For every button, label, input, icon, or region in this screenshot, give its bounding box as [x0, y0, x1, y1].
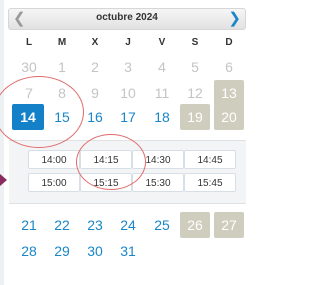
time-slot[interactable]: 15:30 — [132, 173, 184, 192]
day-cell[interactable]: 29 — [47, 238, 77, 264]
day-cell: 11 — [154, 85, 170, 101]
day-cell-weekend: 13 — [214, 80, 244, 106]
day-cell[interactable]: 21 — [14, 212, 44, 238]
time-slot[interactable]: 14:15 — [80, 150, 132, 169]
day-cell: 5 — [191, 59, 199, 75]
time-slot[interactable]: 14:30 — [132, 150, 184, 169]
day-cell: 9 — [91, 85, 99, 101]
datepicker: ❮ octubre 2024 ❯ L M X J V S D 30 1 2 3 … — [0, 0, 251, 285]
day-cell: 30 — [21, 59, 37, 75]
day-cell[interactable]: 25 — [147, 212, 177, 238]
weekday-sun: D — [225, 37, 233, 48]
day-cell-weekend: 26 — [180, 212, 210, 238]
day-cell: 4 — [158, 59, 166, 75]
weekday-thu: J — [125, 37, 131, 48]
time-slot[interactable]: 15:15 — [80, 173, 132, 192]
day-cell[interactable]: 15 — [47, 104, 77, 130]
day-cell: 6 — [225, 59, 233, 75]
chevron-right-icon[interactable]: ❯ — [228, 10, 241, 28]
day-cell[interactable]: 31 — [113, 238, 143, 264]
month-title: octubre 2024 — [96, 12, 158, 23]
day-cell-selected[interactable]: 14 — [12, 104, 44, 130]
day-cell: 7 — [25, 85, 33, 101]
day-cell-weekend: 19 — [180, 104, 210, 130]
time-slots-panel: 14:00 14:15 14:30 14:45 15:00 15:15 15:3… — [9, 140, 246, 204]
day-cell: 10 — [120, 85, 136, 101]
day-cell-weekend: 27 — [214, 212, 244, 238]
time-slot[interactable]: 14:00 — [28, 150, 80, 169]
day-cell: 3 — [124, 59, 132, 75]
day-cell[interactable]: 28 — [14, 238, 44, 264]
side-arrow-icon — [0, 174, 7, 186]
day-cell[interactable]: 30 — [80, 238, 110, 264]
day-cell[interactable]: 22 — [47, 212, 77, 238]
day-cell[interactable]: 17 — [113, 104, 143, 130]
time-slot[interactable]: 14:45 — [184, 150, 236, 169]
weekday-wed: X — [91, 37, 99, 48]
day-cell[interactable]: 23 — [80, 212, 110, 238]
weekday-sat: S — [191, 37, 199, 48]
weekday-tue: M — [57, 37, 67, 48]
day-cell: 2 — [91, 59, 99, 75]
day-cell: 12 — [187, 85, 203, 101]
weekday-fri: V — [158, 37, 166, 48]
time-slot[interactable]: 15:00 — [28, 173, 80, 192]
time-slot[interactable]: 15:45 — [184, 173, 236, 192]
calendar-header: ❮ octubre 2024 ❯ — [8, 8, 246, 30]
day-cell[interactable]: 16 — [80, 104, 110, 130]
day-cell-weekend: 20 — [214, 104, 244, 130]
day-cell: 8 — [58, 85, 66, 101]
day-cell: 1 — [58, 59, 66, 75]
day-cell[interactable]: 24 — [113, 212, 143, 238]
day-cell[interactable]: 18 — [147, 104, 177, 130]
weekday-mon: L — [25, 37, 33, 48]
